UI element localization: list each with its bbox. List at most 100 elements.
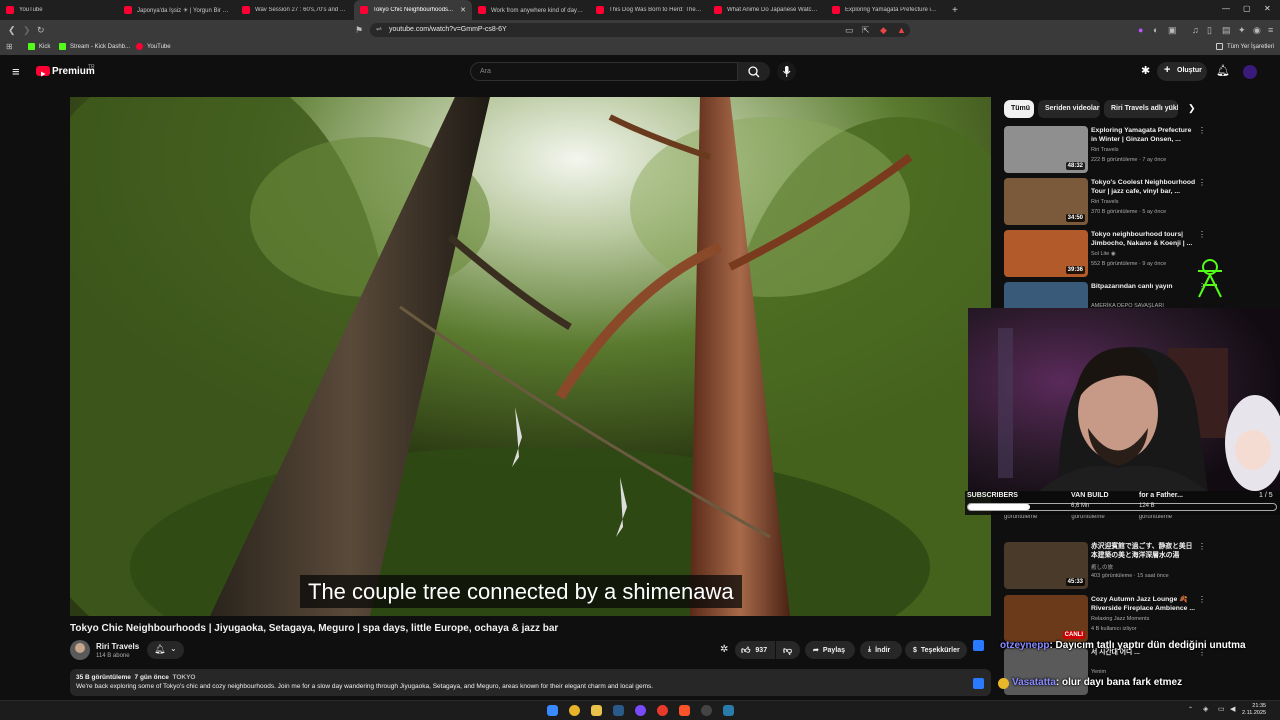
- site-info-icon[interactable]: ⇌: [376, 25, 382, 33]
- video-thumbnail[interactable]: 45:33: [1004, 542, 1088, 589]
- video-thumbnail[interactable]: 39:36: [1004, 230, 1088, 277]
- browser-tab[interactable]: Work from anywhere kind of day ☁: [472, 0, 590, 20]
- share-button[interactable]: ➦ Paylaş: [805, 641, 855, 659]
- thanks-button[interactable]: $ Teşekkürler: [905, 641, 967, 659]
- network-icon[interactable]: ▭: [1218, 705, 1225, 713]
- like-button[interactable]: 👍︎ 937: [735, 641, 775, 659]
- new-tab-icon[interactable]: +: [952, 5, 958, 16]
- reload-icon[interactable]: ↻: [37, 25, 45, 36]
- wallet-icon[interactable]: ▤: [1222, 25, 1231, 36]
- bookmark-item[interactable]: Stream - Kick Dashb...: [59, 43, 130, 50]
- recommendation-item[interactable]: CANLI Cozy Autumn Jazz Lounge 🍂 Riverside…: [1004, 595, 1206, 643]
- all-bookmarks[interactable]: Tüm Yer İşaretleri: [1216, 43, 1274, 50]
- file-explorer-icon[interactable]: [591, 705, 602, 716]
- brave-rewards-icon[interactable]: ▲: [897, 25, 906, 35]
- youtube-favicon-icon: [714, 6, 722, 14]
- video-thumbnail[interactable]: 34:50: [1004, 178, 1088, 225]
- opera-icon[interactable]: [657, 705, 668, 716]
- video-thumbnail[interactable]: 48:32: [1004, 126, 1088, 173]
- discord-icon[interactable]: [635, 705, 646, 716]
- browser-tab[interactable]: This Dog Was Born to Herd: The Anv...: [590, 0, 708, 20]
- forward-icon[interactable]: ❯: [23, 25, 31, 36]
- puzzle-icon[interactable]: ✱: [1141, 64, 1150, 77]
- search-button[interactable]: [738, 62, 770, 81]
- close-tab-icon[interactable]: ✕: [460, 6, 466, 14]
- search-input[interactable]: Ara: [470, 62, 738, 81]
- bookmark-item[interactable]: Kick: [28, 43, 50, 50]
- windows-start-icon[interactable]: [547, 705, 558, 716]
- tray-chevron-icon[interactable]: ⌃: [1188, 706, 1193, 713]
- more-options-icon[interactable]: ⋮: [1198, 178, 1206, 187]
- subscribed-bell-button[interactable]: 🔔︎ ⌄: [147, 641, 184, 659]
- share-page-icon[interactable]: ⇱: [862, 25, 870, 36]
- media-icon[interactable]: ♫: [1192, 25, 1199, 35]
- recommendation-item[interactable]: 39:36 Tokyo neighbourhood tours| Jimbocho…: [1004, 230, 1206, 278]
- recommendation-item[interactable]: 34:50 Tokyo's Coolest Neighbourhood Tour …: [1004, 178, 1206, 226]
- browser-tab-active[interactable]: Tokyo Chic Neighbourhoods... ✕: [354, 0, 472, 20]
- chevron-right-icon[interactable]: ❯: [1188, 103, 1196, 114]
- create-button[interactable]: + Oluştur: [1157, 62, 1207, 81]
- video-thumbnail[interactable]: CANLI: [1004, 595, 1088, 642]
- sidebar-icon[interactable]: ▯: [1207, 25, 1212, 36]
- channel-name[interactable]: Riri Travels: [96, 642, 139, 651]
- browser-tab[interactable]: Exploring Yamagata Prefecture in Wi...: [826, 0, 944, 20]
- goal-count: 6,6 Mn: [1071, 503, 1090, 509]
- taskbar-clock[interactable]: 21:35 2.11.2025: [1242, 703, 1266, 717]
- chip-channel-uploads[interactable]: Riri Travels adlı yükle...: [1104, 100, 1178, 118]
- brave-icon[interactable]: [679, 705, 690, 716]
- address-bar[interactable]: ⇌ youtube.com/watch?v=GmmP-cs8-6Y: [370, 23, 910, 37]
- video-tag[interactable]: TOKYO: [172, 674, 195, 681]
- back-icon[interactable]: ❮: [8, 25, 16, 36]
- vpn-icon[interactable]: ◉: [1253, 25, 1261, 36]
- sparkle-icon[interactable]: ✲: [720, 644, 728, 655]
- recommendation-channel: Relaxing Jazz Moments: [1091, 616, 1150, 622]
- more-options-icon[interactable]: ⋮: [1198, 595, 1206, 604]
- bookmark-item[interactable]: YouTube: [136, 43, 171, 50]
- apps-grid-icon[interactable]: ⊞: [6, 42, 13, 51]
- browser-tab[interactable]: YouTube: [0, 0, 118, 20]
- brave-shield-icon[interactable]: ◆: [880, 25, 887, 36]
- recommendation-item[interactable]: 45:33 赤沢迎賓館で過ごす、静寂と美日本建築の美と海洋深層水の湯 癒しの旅 403…: [1004, 542, 1206, 590]
- steam-icon[interactable]: [613, 705, 624, 716]
- chip-all[interactable]: Tümü: [1004, 100, 1034, 118]
- notifications-bell-icon[interactable]: 🔔︎: [1216, 64, 1230, 77]
- avatar[interactable]: [1243, 65, 1257, 79]
- recommendation-meta: 403 görüntüleme · 15 saat önce: [1091, 573, 1169, 579]
- thumbs-up-icon: 👍︎: [741, 644, 751, 655]
- more-options-icon[interactable]: ⋮: [1198, 542, 1206, 551]
- chrome-icon[interactable]: [569, 705, 580, 716]
- leo-icon[interactable]: ✦: [1238, 25, 1246, 36]
- chip-series[interactable]: Seriden videolar: [1038, 100, 1100, 118]
- browser-tab[interactable]: Wav Session 27 : 60's,70's and 80's S...: [236, 0, 354, 20]
- obs-icon[interactable]: [701, 705, 712, 716]
- voice-search-button[interactable]: [777, 62, 796, 81]
- hamburger-menu-icon[interactable]: ≡: [12, 64, 20, 79]
- extension-icon[interactable]: ◐: [1153, 25, 1158, 35]
- more-options-icon[interactable]: ⋮: [1198, 230, 1206, 239]
- close-window-icon[interactable]: ✕: [1264, 4, 1271, 13]
- volume-icon[interactable]: ◀: [1230, 705, 1235, 713]
- maximize-icon[interactable]: ▢: [1243, 4, 1251, 13]
- bookmark-star-icon[interactable]: ⚑: [355, 25, 363, 36]
- youtube-logo-icon[interactable]: [36, 66, 50, 77]
- extension-icon[interactable]: ▣: [1168, 25, 1177, 36]
- video-player[interactable]: [70, 97, 991, 616]
- channel-avatar[interactable]: [70, 640, 90, 660]
- minimize-icon[interactable]: —: [1222, 4, 1230, 13]
- browser-tab[interactable]: Japonya'da İşsiz ☀ | Yorgun Bir Ülkede..…: [118, 0, 236, 20]
- app-icon[interactable]: [723, 705, 734, 716]
- tray-icon[interactable]: ◈: [1203, 705, 1208, 713]
- download-button[interactable]: ⤓ İndir: [860, 641, 902, 659]
- extension-icon[interactable]: ●: [1138, 25, 1143, 35]
- description-box[interactable]: 35 B görüntüleme 7 gün önce TOKYO We're …: [70, 669, 991, 696]
- search-icon: [748, 66, 760, 78]
- dislike-button[interactable]: 👎︎: [776, 641, 800, 659]
- kick-icon: [28, 43, 35, 50]
- more-options-icon[interactable]: ⋮: [1198, 126, 1206, 135]
- recommendation-item[interactable]: 서 시간대 어디 ... Yenim ⋮: [1004, 648, 1206, 696]
- cast-icon[interactable]: ▭: [845, 25, 854, 36]
- menu-icon[interactable]: ≡: [1268, 25, 1273, 35]
- recommendation-item[interactable]: 48:32 Exploring Yamagata Prefecture in Wi…: [1004, 126, 1206, 174]
- recommendation-title: 赤沢迎賓館で過ごす、静寂と美日本建築の美と海洋深層水の湯: [1091, 543, 1193, 559]
- browser-tab[interactable]: What Anime Do Japanese Watch in 2...: [708, 0, 826, 20]
